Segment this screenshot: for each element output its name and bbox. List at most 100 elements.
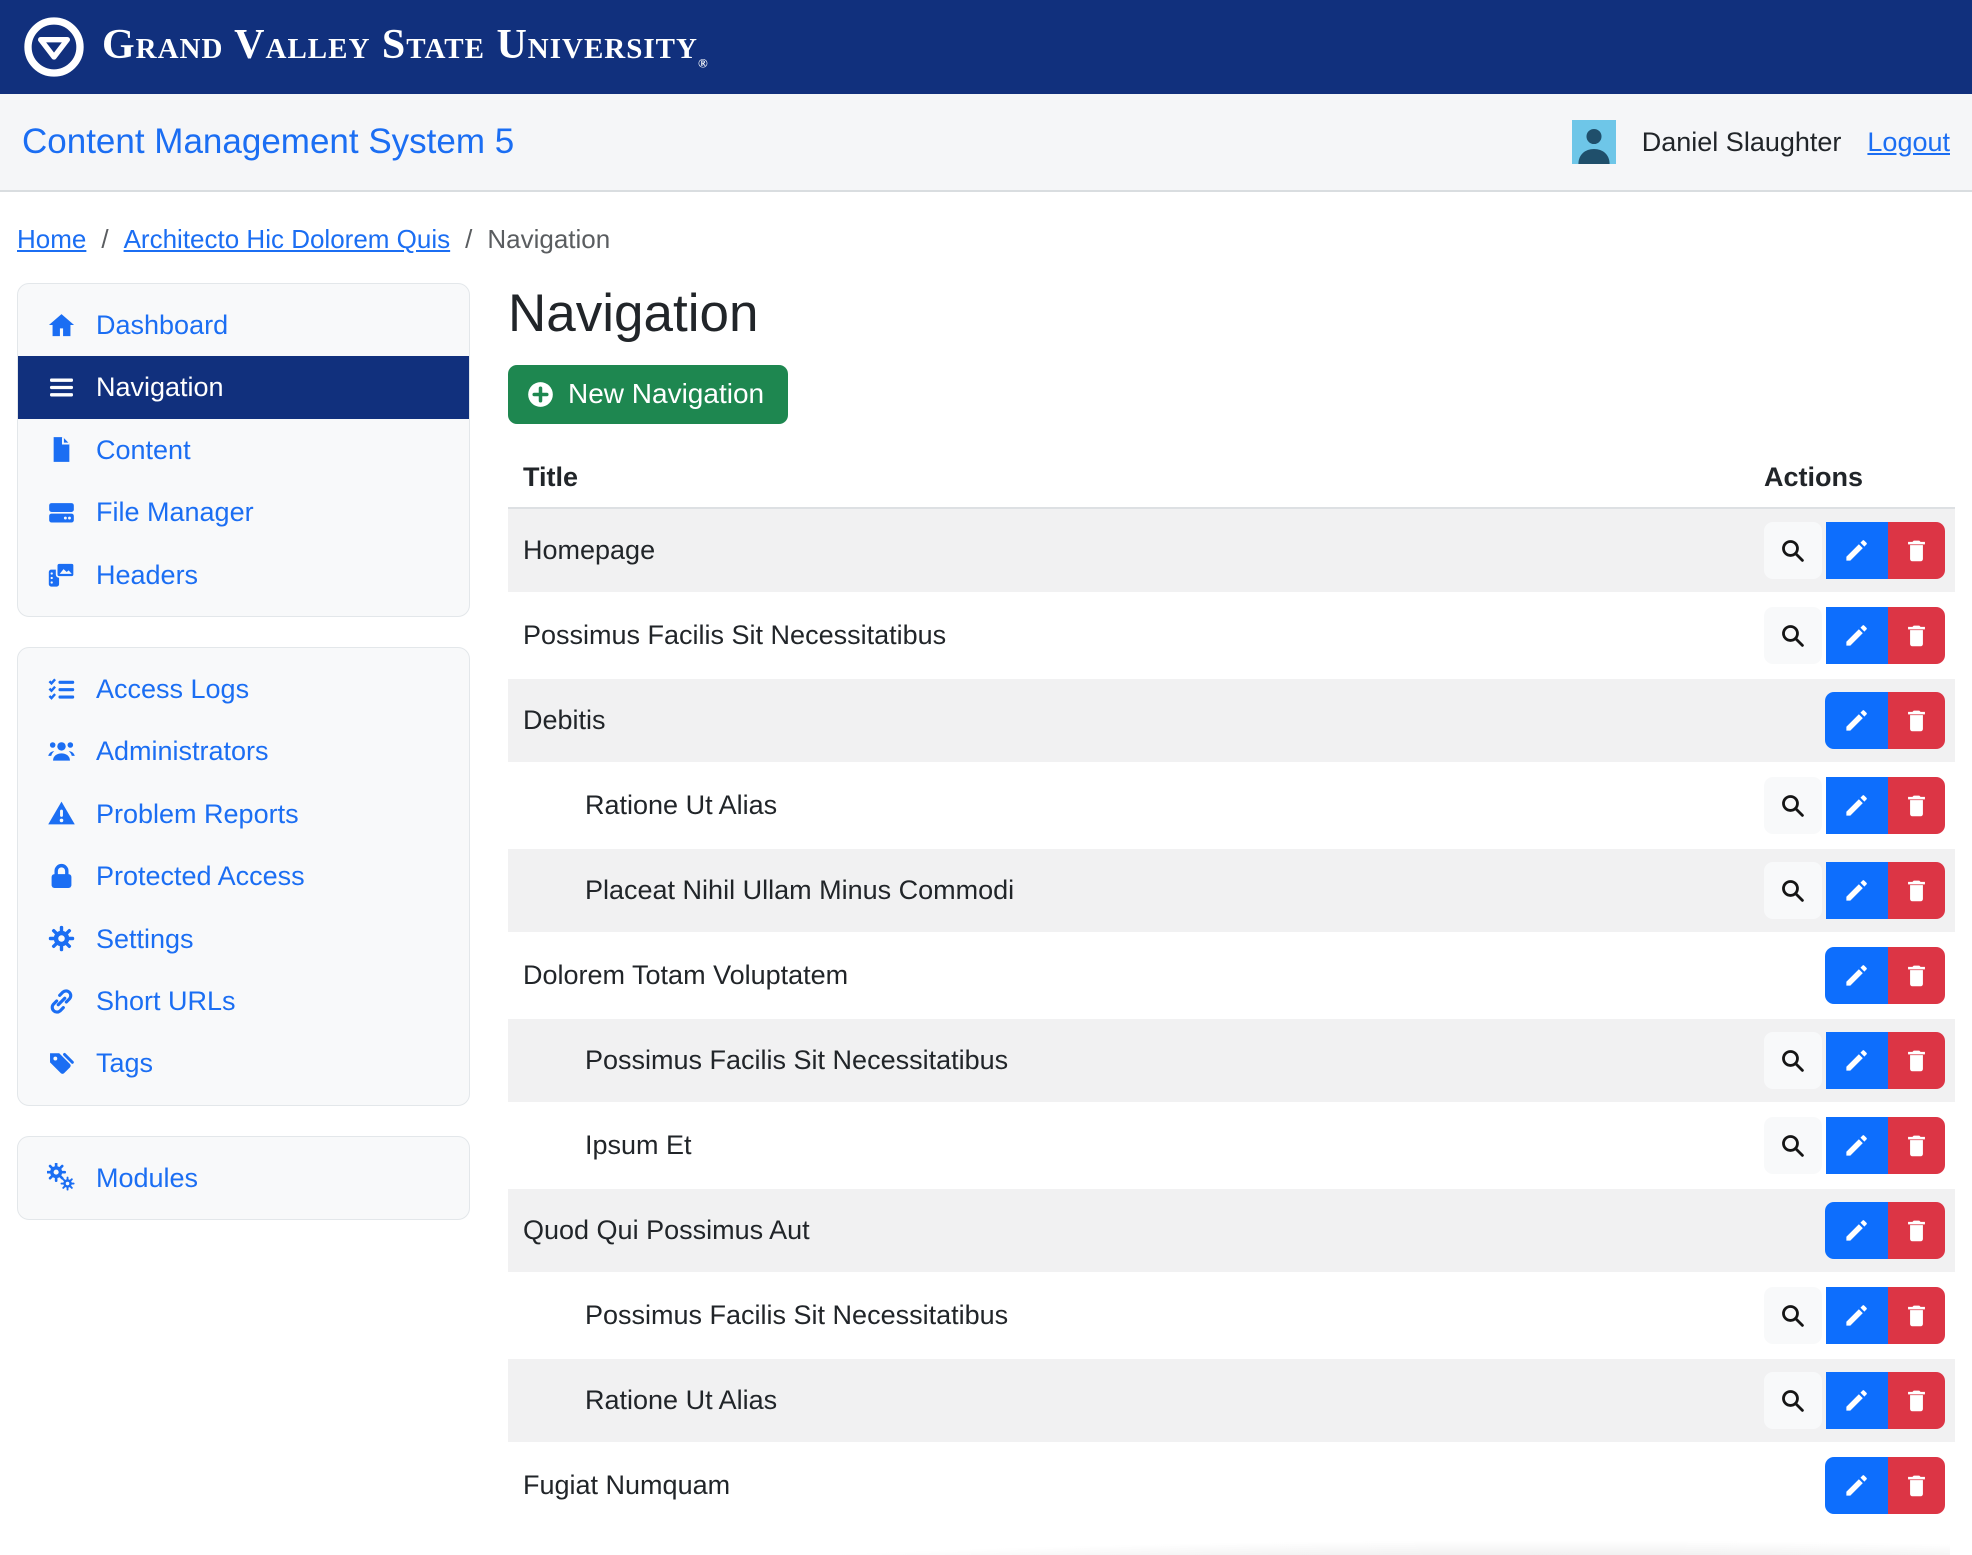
table-row: Possimus Facilis Sit Necessitatibus	[508, 594, 1955, 679]
sidebar-item-modules[interactable]: Modules	[18, 1147, 469, 1209]
edit-button[interactable]	[1826, 862, 1889, 919]
edit-button[interactable]	[1825, 947, 1888, 1004]
edit-button[interactable]	[1826, 777, 1889, 834]
table-row: Ratione Ut Alias	[508, 764, 1955, 849]
new-navigation-button[interactable]: New Navigation	[508, 365, 788, 424]
gear-icon	[46, 924, 76, 953]
view-button[interactable]	[1764, 1117, 1822, 1174]
trash-icon	[1903, 1217, 1930, 1244]
table-row: Homepage	[508, 509, 1955, 594]
sidebar-item-tags[interactable]: Tags	[18, 1032, 469, 1094]
breadcrumb-current: Navigation	[487, 224, 610, 255]
bars-icon	[46, 373, 76, 402]
list-check-icon	[46, 675, 76, 704]
table-row: Possimus Facilis Sit Necessitatibus	[508, 1019, 1955, 1104]
view-button[interactable]	[1764, 777, 1822, 834]
edit-button[interactable]	[1825, 1457, 1888, 1514]
edit-button[interactable]	[1826, 522, 1889, 579]
delete-button[interactable]	[1888, 1372, 1945, 1429]
delete-button[interactable]	[1888, 1117, 1945, 1174]
edit-button[interactable]	[1825, 1202, 1888, 1259]
row-actions	[1764, 1032, 1955, 1089]
trash-icon	[1903, 537, 1930, 564]
table-row: Ratione Ut Alias	[508, 1359, 1955, 1444]
trash-icon	[1903, 962, 1930, 989]
sidebar-item-problem-reports[interactable]: Problem Reports	[18, 783, 469, 845]
pencil-icon	[1843, 707, 1870, 734]
sidebar-item-content[interactable]: Content	[18, 419, 469, 481]
delete-button[interactable]	[1888, 1457, 1945, 1514]
nav-item-title: Possimus Facilis Sit Necessitatibus	[508, 620, 1764, 651]
page-title: Navigation	[508, 285, 1955, 343]
breadcrumb-link-architecto-hic-dolorem-quis[interactable]: Architecto Hic Dolorem Quis	[124, 224, 451, 255]
edit-button[interactable]	[1825, 692, 1888, 749]
trash-icon	[1903, 1132, 1930, 1159]
breadcrumb-link-home[interactable]: Home	[17, 224, 86, 255]
lock-icon	[46, 862, 76, 891]
edit-button[interactable]	[1826, 1372, 1889, 1429]
user-name: Daniel Slaughter	[1642, 127, 1842, 158]
delete-button[interactable]	[1888, 777, 1945, 834]
table-row: Quod Qui Possimus Aut	[508, 1189, 1955, 1274]
trash-icon	[1903, 1047, 1930, 1074]
magnifier-icon	[1779, 792, 1806, 819]
delete-button[interactable]	[1888, 862, 1945, 919]
magnifier-icon	[1779, 1132, 1806, 1159]
row-actions	[1764, 1372, 1955, 1429]
row-actions	[1764, 1287, 1955, 1344]
view-button[interactable]	[1764, 607, 1822, 664]
sidebar-item-access-logs[interactable]: Access Logs	[18, 658, 469, 720]
view-button[interactable]	[1764, 522, 1822, 579]
trash-icon	[1903, 622, 1930, 649]
view-button[interactable]	[1764, 1287, 1822, 1344]
row-actions	[1764, 1202, 1955, 1259]
delete-button[interactable]	[1888, 1287, 1945, 1344]
sidebar-item-headers[interactable]: Headers	[18, 544, 469, 606]
app-title-link[interactable]: Content Management System 5	[22, 122, 514, 162]
magnifier-icon	[1779, 537, 1806, 564]
pencil-icon	[1843, 1302, 1870, 1329]
sidebar-item-administrators[interactable]: Administrators	[18, 720, 469, 782]
pencil-icon	[1843, 1217, 1870, 1244]
delete-button[interactable]	[1888, 607, 1945, 664]
sidebar: DashboardNavigationContentFile Manager He…	[17, 283, 470, 1220]
edit-button[interactable]	[1826, 1117, 1889, 1174]
main-content: Navigation New Navigation Title Actions …	[508, 283, 1955, 1529]
edit-button[interactable]	[1826, 1287, 1889, 1344]
column-header-title: Title	[508, 462, 1764, 493]
sidebar-item-settings[interactable]: Settings	[18, 908, 469, 970]
sidebar-item-file-manager[interactable]: File Manager	[18, 481, 469, 543]
delete-button[interactable]	[1888, 692, 1945, 749]
sidebar-item-short-urls[interactable]: Short URLs	[18, 970, 469, 1032]
view-button[interactable]	[1764, 862, 1822, 919]
view-button[interactable]	[1764, 1032, 1822, 1089]
sidebar-item-navigation[interactable]: Navigation	[18, 356, 469, 418]
nav-item-title: Dolorem Totam Voluptatem	[508, 960, 1764, 991]
sidebar-item-label: Short URLs	[96, 985, 236, 1017]
delete-button[interactable]	[1888, 947, 1945, 1004]
view-button[interactable]	[1764, 1372, 1822, 1429]
delete-button[interactable]	[1888, 522, 1945, 579]
home-icon	[46, 311, 76, 340]
edit-button[interactable]	[1826, 607, 1889, 664]
pencil-icon	[1843, 537, 1870, 564]
sidebar-item-label: Headers	[96, 559, 198, 591]
sidebar-item-protected-access[interactable]: Protected Access	[18, 845, 469, 907]
nav-item-title: Debitis	[508, 705, 1764, 736]
edit-button[interactable]	[1826, 1032, 1889, 1089]
logout-link[interactable]: Logout	[1867, 127, 1950, 158]
pencil-icon	[1843, 1047, 1870, 1074]
delete-button[interactable]	[1888, 1032, 1945, 1089]
magnifier-icon	[1779, 877, 1806, 904]
nav-item-title: Ratione Ut Alias	[508, 1385, 1764, 1416]
new-navigation-label: New Navigation	[568, 378, 764, 410]
pencil-icon	[1843, 622, 1870, 649]
sidebar-item-dashboard[interactable]: Dashboard	[18, 294, 469, 356]
delete-button[interactable]	[1888, 1202, 1945, 1259]
tag-icon	[46, 1049, 76, 1078]
trash-icon	[1903, 1472, 1930, 1499]
registered-mark: ®	[698, 56, 709, 71]
sidebar-item-label: Protected Access	[96, 860, 305, 892]
table-row: Placeat Nihil Ullam Minus Commodi	[508, 849, 1955, 934]
row-actions	[1764, 607, 1955, 664]
